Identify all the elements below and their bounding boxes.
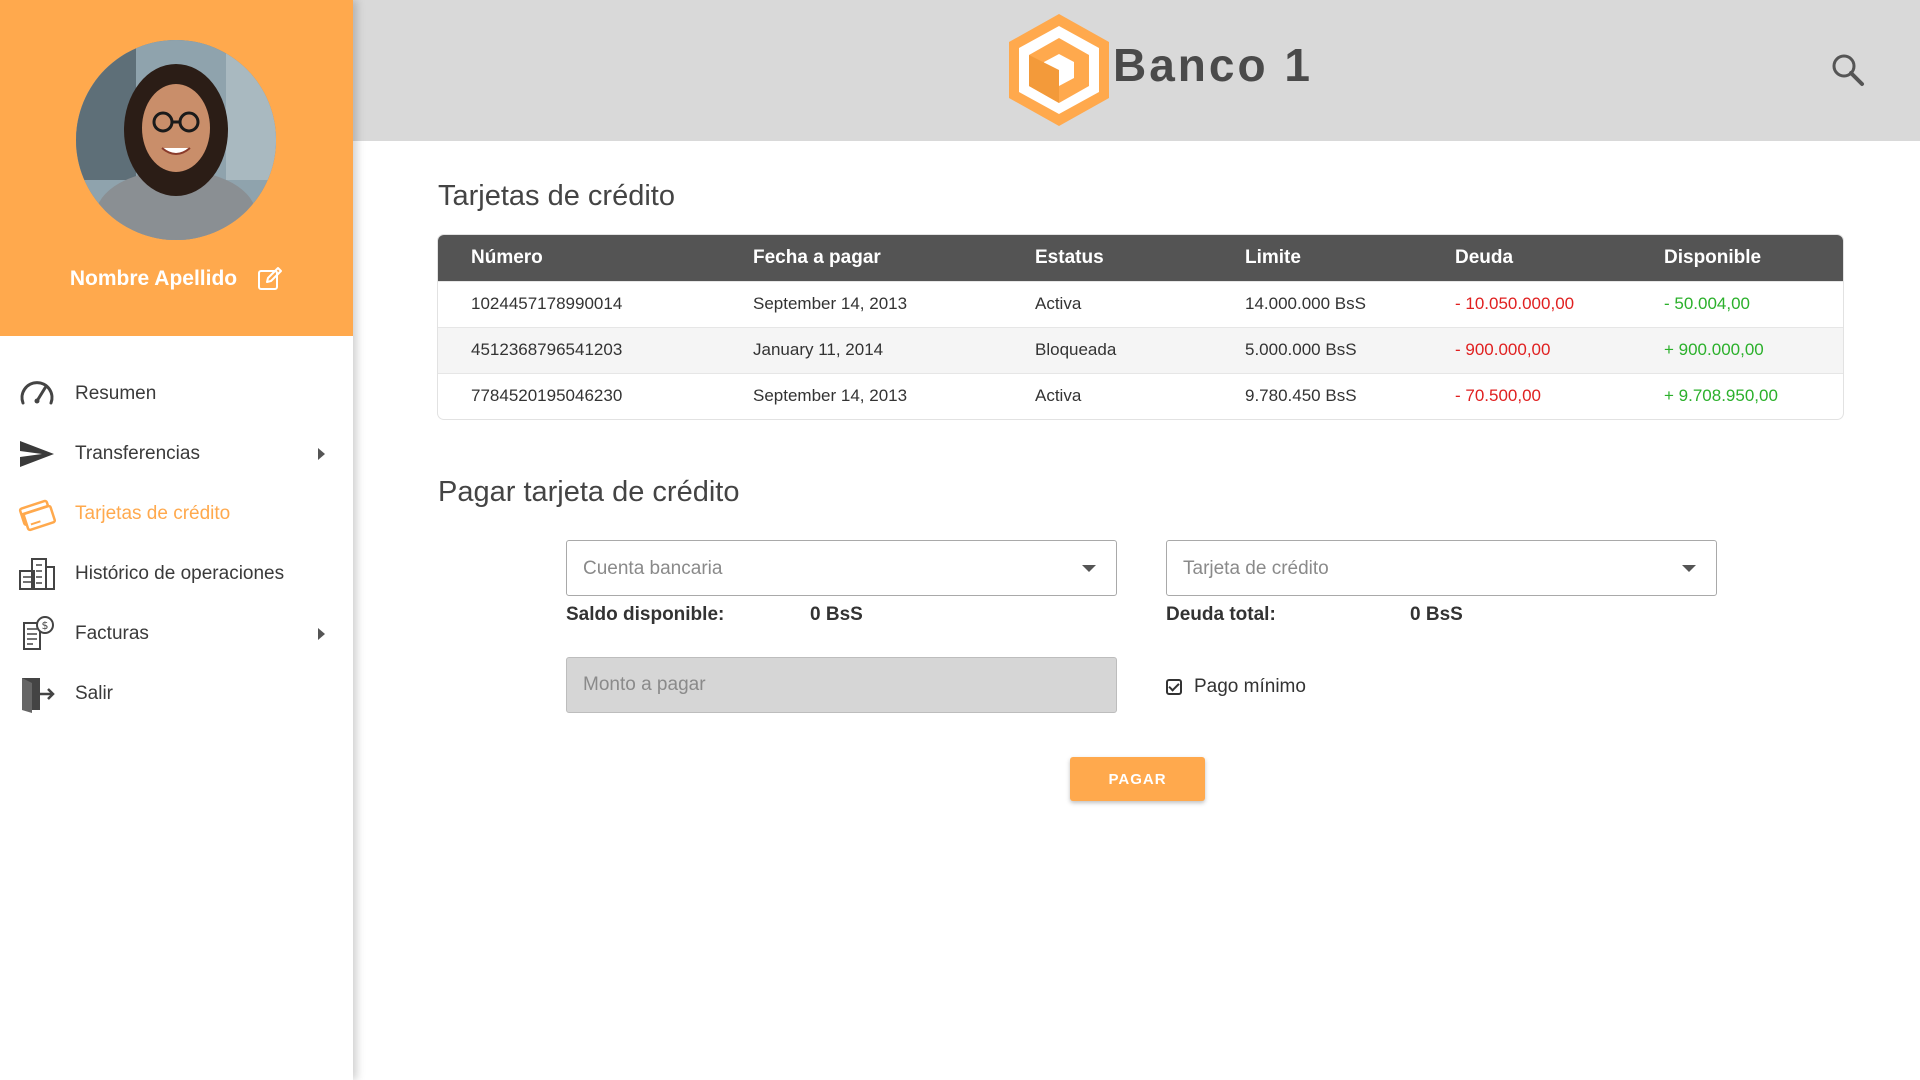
due-date: September 14, 2013 [753, 294, 908, 313]
table-header-row: Número Fecha a pagar Estatus Limite Deud… [438, 235, 1843, 281]
debt-label: Deuda total: [1166, 604, 1276, 625]
chevron-down-icon [1682, 565, 1696, 572]
profile-name: Nombre Apellido [69, 267, 238, 290]
edit-icon[interactable] [257, 266, 283, 292]
card-debt: - 900.000,00 [1455, 340, 1551, 359]
exit-icon [18, 675, 56, 713]
pay-section-title: Pagar tarjeta de crédito [438, 476, 740, 508]
balance-label: Saldo disponible: [566, 604, 725, 625]
balance-value: 0 BsS [810, 604, 863, 625]
sidebar: Nombre Apellido Resumen Transferencias T… [0, 0, 353, 1080]
sidebar-item-label: Transferencias [75, 443, 200, 464]
card-status: Activa [1035, 294, 1082, 313]
sidebar-item-label: Resumen [75, 383, 157, 404]
sidebar-item-transferencias[interactable]: Transferencias [0, 424, 353, 484]
pay-button[interactable]: PAGAR [1070, 757, 1205, 801]
chevron-down-icon [1082, 565, 1096, 572]
column-header: Estatus [1035, 246, 1104, 268]
invoice-icon: $ [18, 615, 56, 653]
card-limit: 14.000.000 BsS [1245, 294, 1366, 313]
credit-card-icon [18, 495, 56, 533]
card-available: + 900.000,00 [1664, 340, 1764, 359]
due-date: September 14, 2013 [753, 386, 908, 406]
sidebar-item-label: Tarjetas de crédito [75, 503, 231, 524]
column-header: Disponible [1664, 246, 1762, 268]
svg-text:$: $ [42, 619, 49, 632]
min-payment-toggle[interactable]: Pago mínimo [1166, 676, 1306, 698]
building-history-icon [18, 555, 56, 593]
chevron-right-icon [318, 628, 325, 640]
card-number: 7784520195046230 [471, 386, 623, 406]
sidebar-item-tarjetas[interactable]: Tarjetas de crédito [0, 484, 353, 544]
chevron-right-icon [318, 448, 325, 460]
card-available: + 9.708.950,00 [1664, 386, 1778, 406]
table-row[interactable]: 4512368796541203 January 11, 2014 Bloque… [438, 327, 1843, 373]
credit-card-placeholder: Tarjeta de crédito [1183, 558, 1329, 579]
card-number: 4512368796541203 [471, 340, 623, 359]
amount-field-wrapper [566, 657, 1117, 713]
cards-section-title: Tarjetas de crédito [438, 180, 675, 212]
top-header: Banco 1 [353, 0, 1920, 141]
sidebar-item-label: Histórico de operaciones [75, 563, 285, 584]
card-debt: - 10.050.000,00 [1455, 294, 1575, 313]
card-debt: - 70.500,00 [1455, 386, 1542, 406]
sidebar-item-salir[interactable]: Salir [0, 664, 353, 724]
sidebar-item-resumen[interactable]: Resumen [0, 364, 353, 424]
card-available: - 50.004,00 [1664, 294, 1751, 313]
profile-panel: Nombre Apellido [0, 0, 353, 336]
logo-icon [999, 10, 1119, 130]
credit-card-select[interactable]: Tarjeta de crédito [1166, 540, 1717, 596]
profile-name-row: Nombre Apellido [0, 266, 353, 292]
amount-input[interactable] [567, 658, 1116, 712]
table-row[interactable]: 7784520195046230 September 14, 2013 Acti… [438, 373, 1843, 419]
card-number: 1024457178990014 [471, 294, 623, 313]
table-row[interactable]: 1024457178990014 September 14, 2013 Acti… [438, 281, 1843, 327]
column-header: Número [471, 246, 543, 268]
cards-table: Número Fecha a pagar Estatus Limite Deud… [438, 235, 1843, 419]
main-content: Tarjetas de crédito Número Fecha a pagar… [353, 141, 1920, 1080]
column-header: Limite [1245, 246, 1301, 268]
min-payment-checkbox[interactable] [1166, 679, 1182, 695]
bank-account-select[interactable]: Cuenta bancaria [566, 540, 1117, 596]
avatar [76, 40, 276, 240]
sidebar-item-historico[interactable]: Histórico de operaciones [0, 544, 353, 604]
sidebar-item-facturas[interactable]: $ Facturas [0, 604, 353, 664]
card-status: Bloqueada [1035, 340, 1117, 359]
sidebar-nav: Resumen Transferencias Tarjetas de crédi… [0, 364, 353, 724]
speedometer-icon [18, 375, 56, 413]
brand-name: Banco 1 [1113, 39, 1313, 91]
min-payment-label: Pago mínimo [1194, 676, 1306, 697]
card-limit: 5.000.000 BsS [1245, 340, 1357, 359]
due-date: January 11, 2014 [753, 340, 884, 359]
sidebar-item-label: Salir [75, 683, 114, 704]
send-icon [18, 435, 56, 473]
sidebar-item-label: Facturas [75, 623, 149, 644]
card-status: Activa [1035, 386, 1082, 406]
search-icon[interactable] [1830, 52, 1866, 88]
column-header: Deuda [1455, 246, 1514, 268]
column-header: Fecha a pagar [753, 246, 881, 268]
bank-account-placeholder: Cuenta bancaria [583, 558, 723, 579]
debt-value: 0 BsS [1410, 604, 1463, 625]
card-limit: 9.780.450 BsS [1245, 386, 1357, 406]
